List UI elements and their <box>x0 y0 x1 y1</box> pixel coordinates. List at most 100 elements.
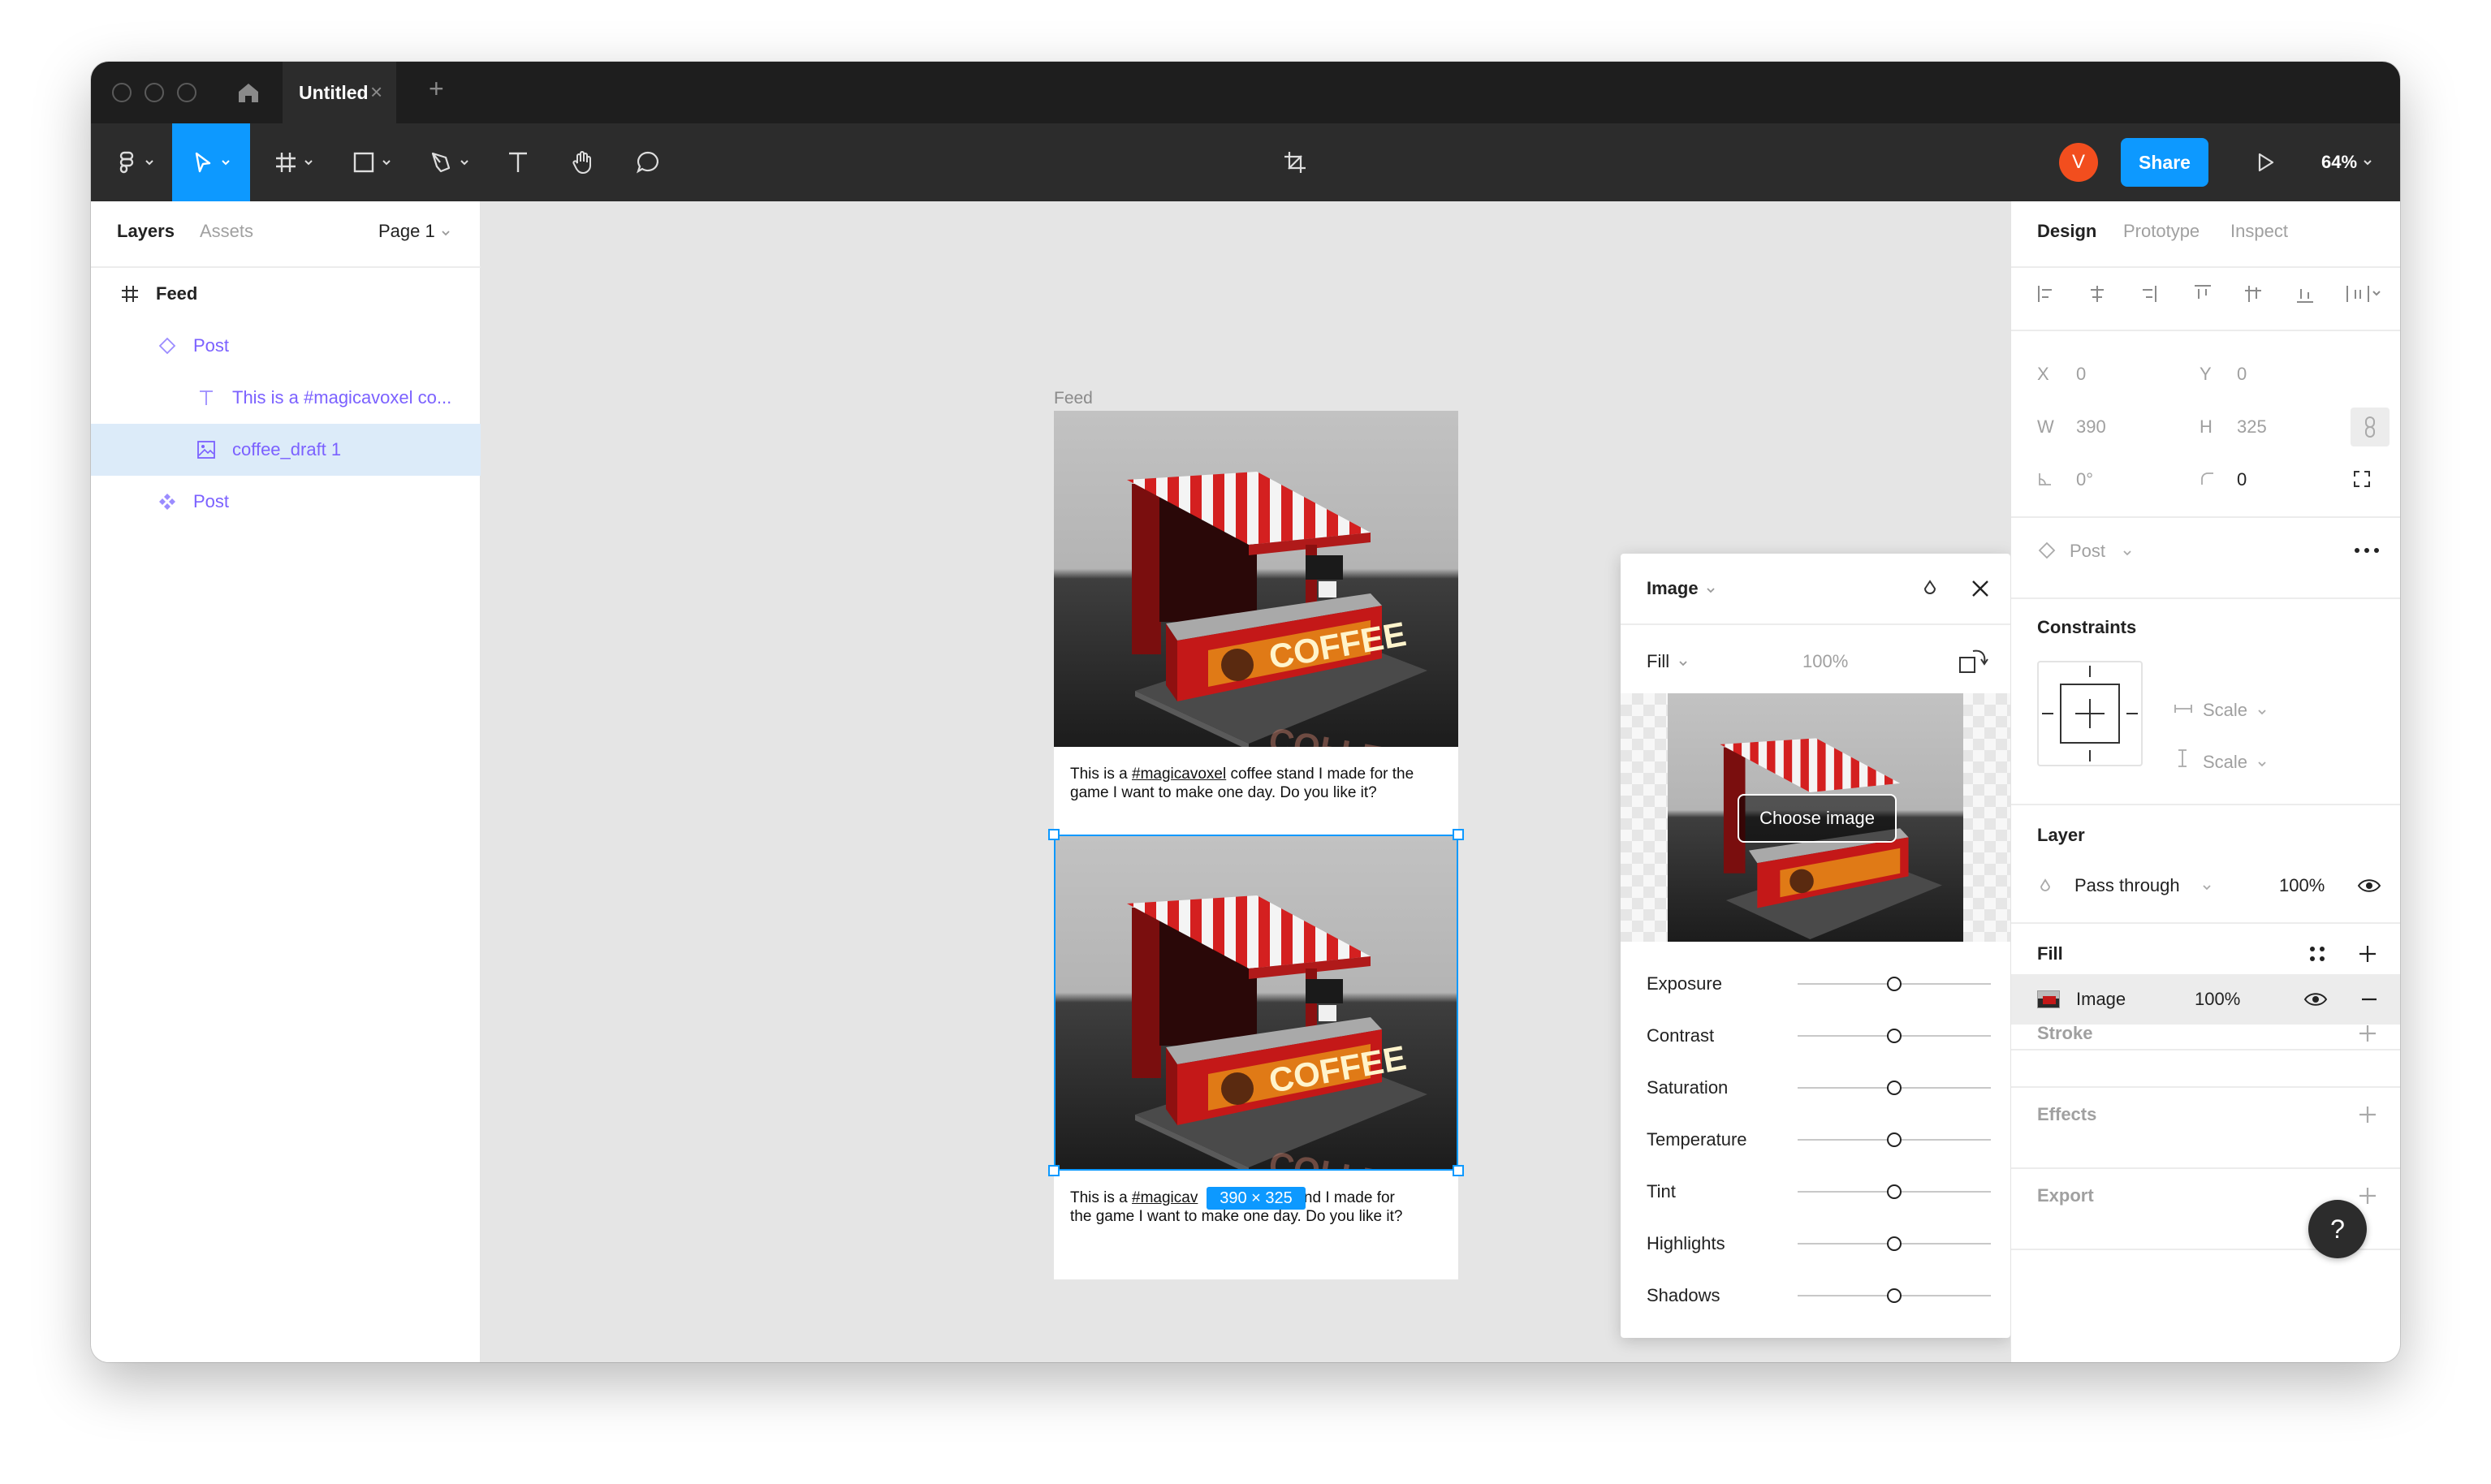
x-input[interactable]: 0 <box>2076 364 2086 385</box>
adjustment-row: Shadows <box>1621 1270 2010 1322</box>
blend-mode-select[interactable]: Pass through <box>2074 875 2180 896</box>
choose-image-button[interactable]: Choose image <box>1738 794 1897 843</box>
pen-icon <box>431 152 451 173</box>
zoom-dropdown[interactable]: 64% <box>2311 123 2384 201</box>
frame-tool-button[interactable] <box>261 123 326 201</box>
vertical-constraint-icon <box>2178 749 2187 767</box>
figma-logo-icon <box>119 151 134 174</box>
resize-handle-tr[interactable] <box>1453 829 1464 840</box>
fill-row-image[interactable]: Image 100% <box>2011 974 2400 1025</box>
adjustment-slider-knob[interactable] <box>1887 1081 1902 1095</box>
component-name[interactable]: Post <box>2070 541 2105 562</box>
align-center-h-icon <box>2091 286 2104 302</box>
fill-type[interactable]: Image <box>2076 989 2126 1010</box>
style-icon[interactable] <box>1919 578 1941 599</box>
add-export-icon[interactable] <box>2357 1185 2378 1206</box>
alignment-toolbar[interactable] <box>2034 283 2383 305</box>
adjustment-slider-knob[interactable] <box>1887 1132 1902 1147</box>
rotation-icon <box>2039 473 2051 485</box>
feed-frame[interactable]: COFFEE COFFEE This is a #magicavoxel cof… <box>1048 411 1464 1279</box>
adjustment-slider-knob[interactable] <box>1887 1288 1902 1303</box>
window-zoom-dot[interactable] <box>177 83 196 102</box>
page-selector[interactable]: Page 1 <box>378 221 435 242</box>
layer-row-post-component[interactable]: Post <box>91 476 481 528</box>
adjustment-slider-knob[interactable] <box>1887 1236 1902 1251</box>
pen-tool-button[interactable] <box>417 123 482 201</box>
resize-handle-tl[interactable] <box>1048 829 1060 840</box>
panel-title[interactable]: Image <box>1647 578 1699 599</box>
tab-prototype[interactable]: Prototype <box>2123 221 2200 242</box>
resize-handle-bl[interactable] <box>1048 1165 1060 1176</box>
fill-opacity-value[interactable]: 100% <box>2195 989 2240 1010</box>
home-icon[interactable] <box>235 80 261 106</box>
text-tool-button[interactable] <box>494 123 542 201</box>
fill-mode-select[interactable]: Fill <box>1647 651 1669 672</box>
tab-close-icon[interactable]: × <box>370 81 382 102</box>
caption-hashtag[interactable]: #magicavoxel <box>1132 766 1226 783</box>
y-input[interactable]: 0 <box>2237 364 2247 385</box>
cursor-icon <box>195 152 211 173</box>
crop-tool-button[interactable] <box>1267 123 1323 201</box>
hand-tool-button[interactable] <box>559 123 607 201</box>
independent-corners-icon[interactable] <box>2352 469 2372 489</box>
w-input[interactable]: 390 <box>2076 416 2106 438</box>
align-left-icon <box>2038 286 2052 302</box>
adjustment-slider-knob[interactable] <box>1887 1029 1902 1043</box>
image-preview[interactable]: Choose image <box>1621 693 2010 942</box>
window-minimize-dot[interactable] <box>145 83 164 102</box>
tab-inspect[interactable]: Inspect <box>2230 221 2288 242</box>
adjustment-label: Saturation <box>1647 1077 1729 1098</box>
fill-opacity[interactable]: 100% <box>1802 651 1848 672</box>
main-menu-button[interactable] <box>102 123 167 201</box>
rotation-input[interactable]: 0° <box>2076 469 2093 490</box>
user-avatar[interactable]: V <box>2059 143 2098 182</box>
post-image[interactable]: COFFEE COFFEE <box>1054 411 1458 747</box>
caption-hashtag[interactable]: #magicav <box>1132 1189 1198 1206</box>
image-fill-panel: Image Fill 100% Choose image Exposure Con… <box>1621 554 2010 1338</box>
component-icon <box>159 494 175 510</box>
post-caption[interactable]: This is a #magicavoxel coffee stand I ma… <box>1070 765 1444 802</box>
rectangle-icon <box>353 152 374 173</box>
tab-layers[interactable]: Layers <box>117 221 175 242</box>
h-input[interactable]: 325 <box>2237 416 2267 438</box>
design-divider <box>2011 266 2400 268</box>
adjustment-slider-knob[interactable] <box>1887 1184 1902 1199</box>
add-effect-icon[interactable] <box>2357 1104 2378 1125</box>
radius-input[interactable]: 0 <box>2237 469 2247 490</box>
chevron-down-icon <box>2123 550 2131 556</box>
layer-opacity[interactable]: 100% <box>2279 875 2325 896</box>
constrain-proportions-button[interactable] <box>2351 408 2390 446</box>
new-tab-icon[interactable]: + <box>429 75 444 101</box>
tab-assets[interactable]: Assets <box>200 221 253 242</box>
layer-row-coffee-draft[interactable]: coffee_draft 1 <box>91 424 481 476</box>
frame-label[interactable]: Feed <box>1054 388 1093 409</box>
eye-icon[interactable] <box>2303 989 2328 1010</box>
tab-untitled[interactable]: Untitled × <box>283 62 396 123</box>
add-stroke-icon[interactable] <box>2357 1023 2378 1044</box>
constraints-widget[interactable] <box>2037 661 2143 766</box>
tab-design[interactable]: Design <box>2037 221 2096 242</box>
layer-row-text[interactable]: This is a #magicavoxel co... <box>91 372 481 424</box>
remove-fill-icon[interactable] <box>2360 992 2378 1007</box>
add-fill-icon[interactable] <box>2357 943 2378 964</box>
shape-tool-button[interactable] <box>339 123 404 201</box>
move-tool-button[interactable] <box>172 123 250 201</box>
present-button[interactable] <box>2241 123 2290 201</box>
window-close-dot[interactable] <box>112 83 132 102</box>
resize-handle-br[interactable] <box>1453 1165 1464 1176</box>
adjustment-slider-knob[interactable] <box>1887 977 1902 991</box>
layer-row-post[interactable]: Post <box>91 320 481 372</box>
layer-row-feed[interactable]: Feed <box>91 268 481 320</box>
more-options-icon[interactable] <box>2352 541 2381 560</box>
close-icon[interactable] <box>1970 578 1991 599</box>
constraint-horizontal-select[interactable]: Scale <box>2203 700 2247 721</box>
help-button[interactable]: ? <box>2308 1200 2367 1258</box>
comment-tool-button[interactable] <box>624 123 672 201</box>
constraint-vertical-select[interactable]: Scale <box>2203 752 2247 773</box>
share-button[interactable]: Share <box>2121 138 2208 187</box>
selection-box[interactable] <box>1054 835 1458 1171</box>
style-grid-icon[interactable] <box>2307 943 2328 964</box>
design-divider <box>2011 597 2400 599</box>
rotate-image-icon[interactable] <box>1957 645 1991 679</box>
eye-icon[interactable] <box>2357 875 2381 896</box>
